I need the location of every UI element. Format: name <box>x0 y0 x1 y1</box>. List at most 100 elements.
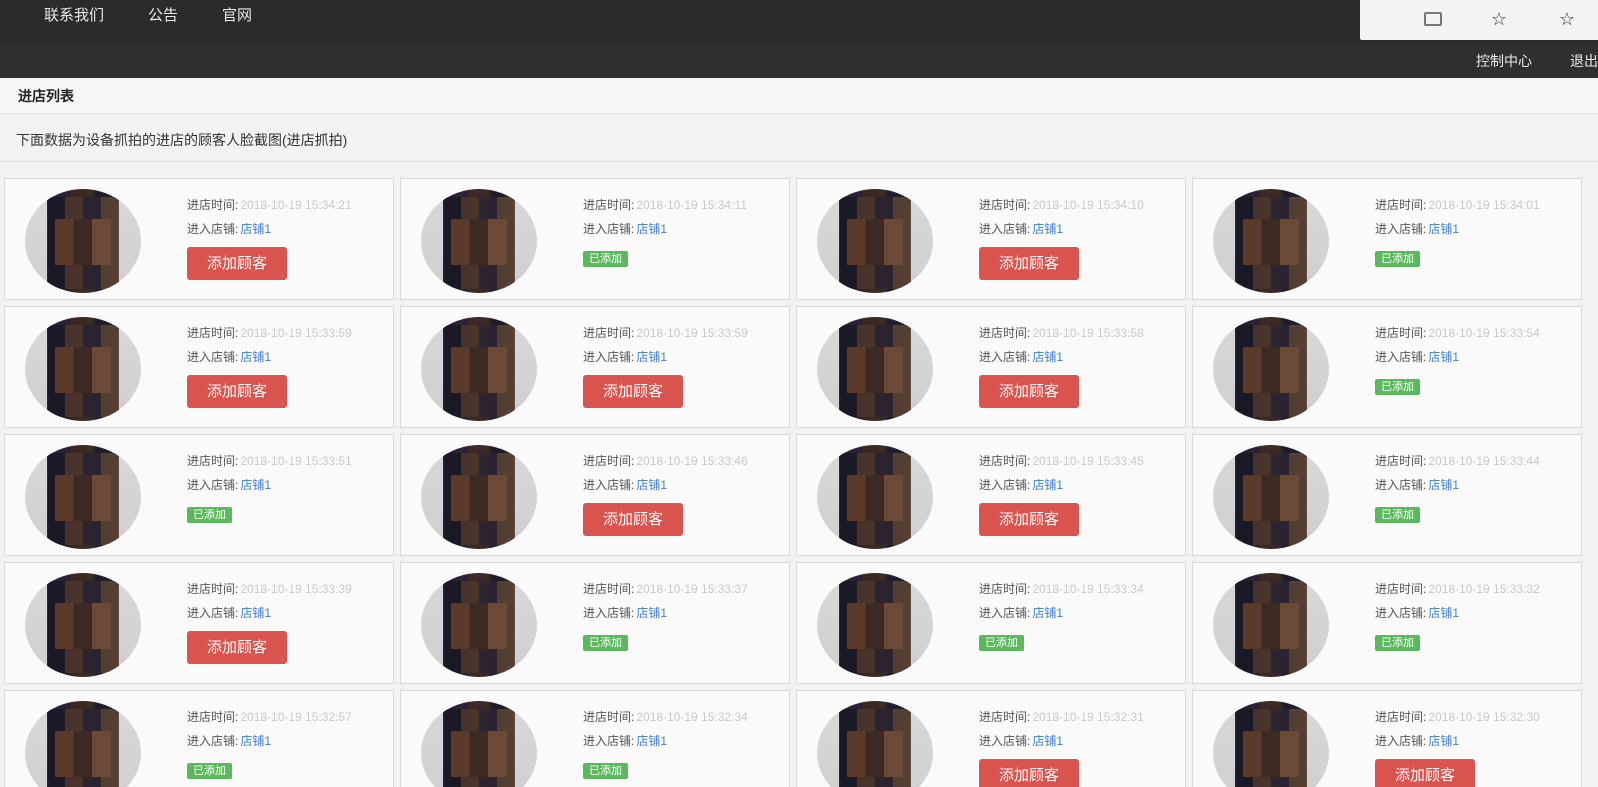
entry-shop-link[interactable]: 店铺1 <box>1032 350 1063 364</box>
entry-shop-link[interactable]: 店铺1 <box>1428 478 1459 492</box>
entry-time-value: 2018-10-19 15:34:10 <box>1032 198 1144 212</box>
entry-time-label: 进店时间: <box>583 710 635 724</box>
capture-info: 进店时间: 2018-10-19 15:34:11 进入店铺: 店铺1 已添加 <box>583 193 747 267</box>
add-customer-button[interactable]: 添加顾客 <box>187 375 287 408</box>
face-avatar <box>1213 701 1329 787</box>
panel-description: 下面数据为设备抓拍的进店的顾客人脸截图(进店抓拍) <box>0 114 1598 162</box>
entry-time-label: 进店时间: <box>1375 710 1427 724</box>
entry-shop-link[interactable]: 店铺1 <box>1032 734 1063 748</box>
star-menu-icon[interactable]: ☆ <box>1556 8 1578 30</box>
added-status-badge: 已添加 <box>1375 251 1420 267</box>
add-customer-button[interactable]: 添加顾客 <box>583 503 683 536</box>
entry-time-label: 进店时间: <box>187 454 239 468</box>
entry-shop-link[interactable]: 店铺1 <box>1428 606 1459 620</box>
star-icon[interactable]: ☆ <box>1488 8 1510 30</box>
entry-shop-label: 进入店铺: <box>583 478 635 492</box>
added-status-badge: 已添加 <box>583 635 628 651</box>
add-customer-button[interactable]: 添加顾客 <box>979 759 1079 787</box>
entry-time-label: 进店时间: <box>187 582 239 596</box>
entry-time-label: 进店时间: <box>583 326 635 340</box>
entry-shop-label: 进入店铺: <box>187 478 239 492</box>
add-customer-button[interactable]: 添加顾客 <box>979 375 1079 408</box>
logout-link[interactable]: 退出 <box>1570 51 1598 71</box>
capture-info: 进店时间: 2018-10-19 15:33:34 进入店铺: 店铺1 已添加 <box>979 577 1144 651</box>
entry-time-value: 2018-10-19 15:32:31 <box>1032 710 1144 724</box>
entry-time-label: 进店时间: <box>979 710 1031 724</box>
capture-card: 进店时间: 2018-10-19 15:33:59 进入店铺: 店铺1 添加顾客 <box>400 306 790 428</box>
entry-time-value: 2018-10-19 15:34:11 <box>636 198 747 212</box>
capture-info: 进店时间: 2018-10-19 15:33:37 进入店铺: 店铺1 已添加 <box>583 577 748 651</box>
capture-info: 进店时间: 2018-10-19 15:33:59 进入店铺: 店铺1 添加顾客 <box>583 321 748 408</box>
entry-time-label: 进店时间: <box>1375 326 1427 340</box>
capture-card: 进店时间: 2018-10-19 15:33:54 进入店铺: 店铺1 已添加 <box>1192 306 1582 428</box>
add-customer-button[interactable]: 添加顾客 <box>979 247 1079 280</box>
add-customer-button[interactable]: 添加顾客 <box>583 375 683 408</box>
capture-card: 进店时间: 2018-10-19 15:34:11 进入店铺: 店铺1 已添加 <box>400 178 790 300</box>
entry-shop-link[interactable]: 店铺1 <box>636 478 667 492</box>
reader-icon[interactable] <box>1424 12 1442 26</box>
capture-info: 进店时间: 2018-10-19 15:32:34 进入店铺: 店铺1 已添加 <box>583 705 748 779</box>
entry-shop-link[interactable]: 店铺1 <box>1032 606 1063 620</box>
face-avatar <box>817 317 933 421</box>
entry-shop-link[interactable]: 店铺1 <box>240 478 271 492</box>
add-customer-button[interactable]: 添加顾客 <box>1375 759 1475 787</box>
nav-website-link[interactable]: 官网 <box>222 4 252 25</box>
entry-shop-label: 进入店铺: <box>979 478 1031 492</box>
entry-time-label: 进店时间: <box>583 454 635 468</box>
added-status-badge: 已添加 <box>187 763 232 779</box>
entry-time-label: 进店时间: <box>583 198 635 212</box>
entry-time-label: 进店时间: <box>583 582 635 596</box>
entry-shop-link[interactable]: 店铺1 <box>240 222 271 236</box>
entry-shop-link[interactable]: 店铺1 <box>636 606 667 620</box>
entry-shop-link[interactable]: 店铺1 <box>1428 350 1459 364</box>
entry-shop-link[interactable]: 店铺1 <box>1032 222 1063 236</box>
entry-shop-label: 进入店铺: <box>583 350 635 364</box>
entry-shop-link[interactable]: 店铺1 <box>636 734 667 748</box>
entry-time-value: 2018-10-19 15:33:51 <box>240 454 352 468</box>
store-entry-panel: 进店列表 下面数据为设备抓拍的进店的顾客人脸截图(进店抓拍) 进店时间: 2018… <box>0 78 1598 787</box>
capture-card: 进店时间: 2018-10-19 15:34:10 进入店铺: 店铺1 添加顾客 <box>796 178 1186 300</box>
entry-time-value: 2018-10-19 15:33:34 <box>1032 582 1144 596</box>
entry-time-label: 进店时间: <box>979 454 1031 468</box>
capture-card: 进店时间: 2018-10-19 15:33:59 进入店铺: 店铺1 添加顾客 <box>4 306 394 428</box>
entry-shop-link[interactable]: 店铺1 <box>240 606 271 620</box>
entry-shop-label: 进入店铺: <box>187 606 239 620</box>
entry-shop-label: 进入店铺: <box>979 350 1031 364</box>
entry-shop-link[interactable]: 店铺1 <box>240 350 271 364</box>
capture-info: 进店时间: 2018-10-19 15:33:54 进入店铺: 店铺1 已添加 <box>1375 321 1540 395</box>
capture-info: 进店时间: 2018-10-19 15:33:51 进入店铺: 店铺1 已添加 <box>187 449 352 523</box>
capture-info: 进店时间: 2018-10-19 15:33:59 进入店铺: 店铺1 添加顾客 <box>187 321 352 408</box>
face-avatar <box>1213 573 1329 677</box>
control-center-link[interactable]: 控制中心 <box>1476 51 1532 71</box>
capture-card: 进店时间: 2018-10-19 15:33:58 进入店铺: 店铺1 添加顾客 <box>796 306 1186 428</box>
add-customer-button[interactable]: 添加顾客 <box>187 247 287 280</box>
entry-shop-link[interactable]: 店铺1 <box>636 350 667 364</box>
capture-card: 进店时间: 2018-10-19 15:33:32 进入店铺: 店铺1 已添加 <box>1192 562 1582 684</box>
capture-card: 进店时间: 2018-10-19 15:32:30 进入店铺: 店铺1 添加顾客 <box>1192 690 1582 787</box>
panel-title: 进店列表 <box>0 78 1598 114</box>
entry-shop-label: 进入店铺: <box>187 734 239 748</box>
entry-shop-link[interactable]: 店铺1 <box>240 734 271 748</box>
add-customer-button[interactable]: 添加顾客 <box>187 631 287 664</box>
entry-shop-link[interactable]: 店铺1 <box>1428 222 1459 236</box>
face-avatar <box>25 573 141 677</box>
added-status-badge: 已添加 <box>187 507 232 523</box>
entry-shop-link[interactable]: 店铺1 <box>1032 478 1063 492</box>
entry-shop-label: 进入店铺: <box>1375 478 1427 492</box>
add-customer-button[interactable]: 添加顾客 <box>979 503 1079 536</box>
capture-info: 进店时间: 2018-10-19 15:32:57 进入店铺: 店铺1 已添加 <box>187 705 352 779</box>
nav-notice-link[interactable]: 公告 <box>148 4 178 25</box>
entry-shop-link[interactable]: 店铺1 <box>636 222 667 236</box>
face-avatar <box>817 573 933 677</box>
entry-time-value: 2018-10-19 15:33:32 <box>1428 582 1540 596</box>
capture-info: 进店时间: 2018-10-19 15:33:32 进入店铺: 店铺1 已添加 <box>1375 577 1540 651</box>
entry-shop-label: 进入店铺: <box>187 222 239 236</box>
capture-info: 进店时间: 2018-10-19 15:34:01 进入店铺: 店铺1 已添加 <box>1375 193 1540 267</box>
face-avatar <box>817 189 933 293</box>
capture-card: 进店时间: 2018-10-19 15:33:51 进入店铺: 店铺1 已添加 <box>4 434 394 556</box>
capture-card: 进店时间: 2018-10-19 15:33:39 进入店铺: 店铺1 添加顾客 <box>4 562 394 684</box>
nav-contact-link[interactable]: 联系我们 <box>44 4 104 25</box>
capture-info: 进店时间: 2018-10-19 15:32:31 进入店铺: 店铺1 添加顾客 <box>979 705 1144 787</box>
entry-shop-link[interactable]: 店铺1 <box>1428 734 1459 748</box>
capture-info: 进店时间: 2018-10-19 15:33:46 进入店铺: 店铺1 添加顾客 <box>583 449 748 536</box>
